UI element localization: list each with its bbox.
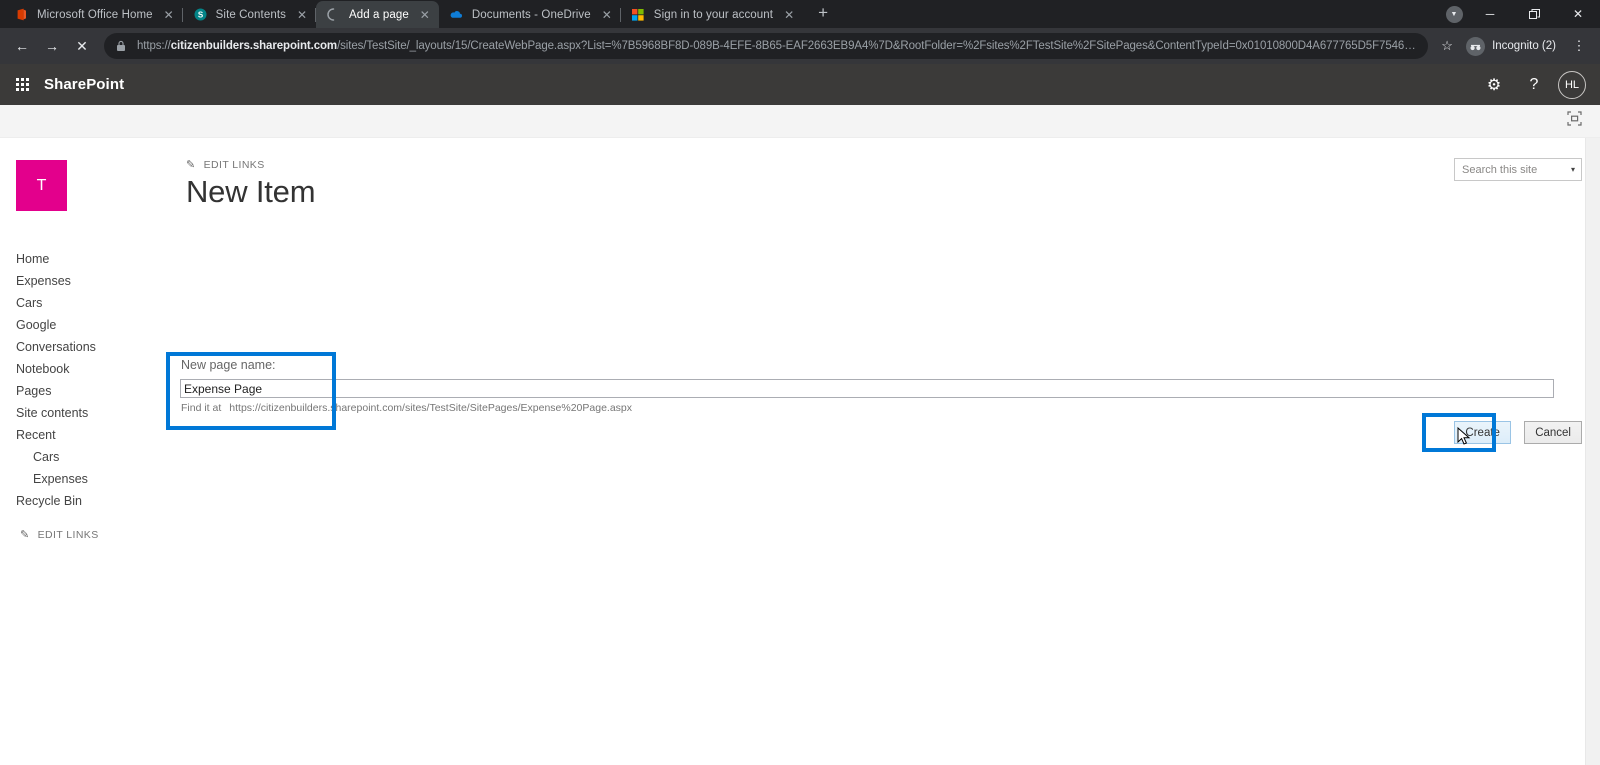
browser-tabstrip: Microsoft Office Home ✕ S Site Contents …: [0, 0, 1600, 28]
edit-links-top[interactable]: ✎ EDIT LINKS: [186, 158, 1600, 172]
search-input[interactable]: Search this site: [1455, 164, 1565, 176]
new-page-name-input[interactable]: [180, 379, 1554, 398]
url-path: /sites/TestSite/_layouts/15/CreateWebPag…: [337, 40, 1417, 52]
find-it-at-label: Find it at: [181, 402, 222, 414]
incognito-icon: [1466, 36, 1486, 56]
edit-links-bottom[interactable]: ✎ EDIT LINKS: [0, 528, 168, 542]
back-icon[interactable]: ←: [8, 32, 36, 60]
url-scheme: https://: [137, 40, 171, 52]
stop-loading-icon[interactable]: ✕: [68, 32, 96, 60]
sidebar-item-notebook[interactable]: Notebook: [0, 358, 168, 380]
close-icon[interactable]: ✕: [599, 7, 615, 23]
sidebar-item-cars[interactable]: Cars: [0, 292, 168, 314]
office-icon: [14, 7, 29, 22]
sidebar-item-google[interactable]: Google: [0, 314, 168, 336]
tab-title: Sign in to your account: [653, 8, 774, 21]
sidebar-item-recent[interactable]: Recent: [0, 424, 168, 446]
main-column: ✎ EDIT LINKS New Item Search this site ▾: [168, 138, 1600, 765]
chevron-down-icon: ▼: [1445, 5, 1463, 23]
kebab-menu-icon[interactable]: ⋮: [1566, 38, 1592, 54]
edit-links-top-label: EDIT LINKS: [203, 158, 265, 171]
find-it-at-row: Find it at https://citizenbuilders.share…: [181, 402, 632, 414]
browser-update-button[interactable]: ▼: [1440, 0, 1468, 28]
browser-tab-documents-onedrive[interactable]: Documents - OneDrive ✕: [439, 1, 621, 28]
close-icon[interactable]: ✕: [781, 7, 797, 23]
pencil-icon: ✎: [186, 159, 196, 171]
vertical-scrollbar[interactable]: [1585, 138, 1600, 765]
browser-tab-site-contents[interactable]: S Site Contents ✕: [183, 1, 316, 28]
window-controls: ▼ ─ ✕: [1440, 0, 1600, 28]
close-icon[interactable]: ✕: [294, 7, 310, 23]
edit-links-bottom-label: EDIT LINKS: [37, 528, 99, 541]
mouse-cursor: [1457, 426, 1473, 447]
page-body: T Home Expenses Cars Google Conversation…: [0, 138, 1600, 765]
site-logo: T: [16, 160, 67, 211]
incognito-label: Incognito (2): [1492, 40, 1556, 52]
star-icon[interactable]: ☆: [1434, 38, 1460, 54]
microsoft-icon: [631, 7, 646, 22]
title-row: ✎ EDIT LINKS New Item: [168, 158, 1600, 211]
help-icon[interactable]: ?: [1514, 64, 1554, 105]
lock-icon: [116, 40, 130, 52]
left-column: T Home Expenses Cars Google Conversation…: [0, 138, 168, 765]
avatar[interactable]: HL: [1558, 70, 1586, 99]
forward-icon[interactable]: →: [38, 32, 66, 60]
quick-launch-nav: Home Expenses Cars Google Conversations …: [0, 248, 168, 512]
browser-tab-sign-in[interactable]: Sign in to your account ✕: [621, 1, 803, 28]
cancel-button[interactable]: Cancel: [1524, 421, 1582, 444]
close-window-button[interactable]: ✕: [1556, 0, 1600, 28]
browser-tab-office-home[interactable]: Microsoft Office Home ✕: [4, 1, 183, 28]
form-button-row: Create Cancel: [1454, 421, 1582, 444]
tab-title: Site Contents: [215, 8, 286, 21]
find-it-at-url: https://citizenbuilders.sharepoint.com/s…: [229, 402, 633, 414]
url-text: https://citizenbuilders.sharepoint.com/s…: [137, 40, 1416, 52]
page-title: New Item: [186, 174, 316, 209]
close-icon[interactable]: ✕: [417, 7, 433, 23]
address-bar[interactable]: https://citizenbuilders.sharepoint.com/s…: [104, 33, 1429, 59]
sidebar-item-expenses[interactable]: Expenses: [0, 270, 168, 292]
sidebar-item-conversations[interactable]: Conversations: [0, 336, 168, 358]
chevron-down-icon[interactable]: ▾: [1565, 165, 1581, 174]
new-tab-button[interactable]: +: [809, 0, 837, 27]
svg-text:S: S: [197, 11, 203, 20]
incognito-indicator[interactable]: Incognito (2): [1462, 33, 1566, 59]
sidebar-item-site-contents[interactable]: Site contents: [0, 402, 168, 424]
loading-spinner-icon: [326, 7, 341, 22]
sidebar-item-home[interactable]: Home: [0, 248, 168, 270]
focus-on-content-icon[interactable]: [1567, 111, 1582, 131]
maximize-button[interactable]: [1512, 0, 1556, 28]
close-icon[interactable]: ✕: [161, 7, 177, 23]
browser-window: Microsoft Office Home ✕ S Site Contents …: [0, 0, 1600, 765]
tab-title: Microsoft Office Home: [37, 8, 153, 21]
gear-icon[interactable]: ⚙: [1474, 64, 1514, 105]
sharepoint-suite-bar: SharePoint ⚙ ? HL: [0, 64, 1600, 105]
browser-tab-add-a-page[interactable]: Add a page ✕: [315, 1, 439, 28]
sharepoint-icon: S: [193, 7, 208, 22]
sidebar-item-recycle-bin[interactable]: Recycle Bin: [0, 490, 168, 512]
browser-toolbar: ← → ✕ https://citizenbuilders.sharepoint…: [0, 28, 1600, 64]
url-domain: citizenbuilders.sharepoint.com: [170, 40, 338, 52]
sharepoint-brand-label[interactable]: SharePoint: [44, 76, 124, 93]
sidebar-item-recent-cars[interactable]: Cars: [0, 446, 168, 468]
new-page-name-label: New page name:: [181, 358, 276, 372]
sidebar-item-recent-expenses[interactable]: Expenses: [0, 468, 168, 490]
tab-title: Add a page: [348, 8, 409, 21]
focus-strip: [0, 105, 1600, 138]
onedrive-icon: [449, 7, 464, 22]
sidebar-item-pages[interactable]: Pages: [0, 380, 168, 402]
tab-title: Documents - OneDrive: [471, 8, 591, 21]
app-launcher-icon[interactable]: [0, 64, 44, 105]
pencil-icon: ✎: [20, 529, 30, 541]
minimize-button[interactable]: ─: [1468, 0, 1512, 28]
search-box[interactable]: Search this site ▾: [1454, 158, 1600, 181]
